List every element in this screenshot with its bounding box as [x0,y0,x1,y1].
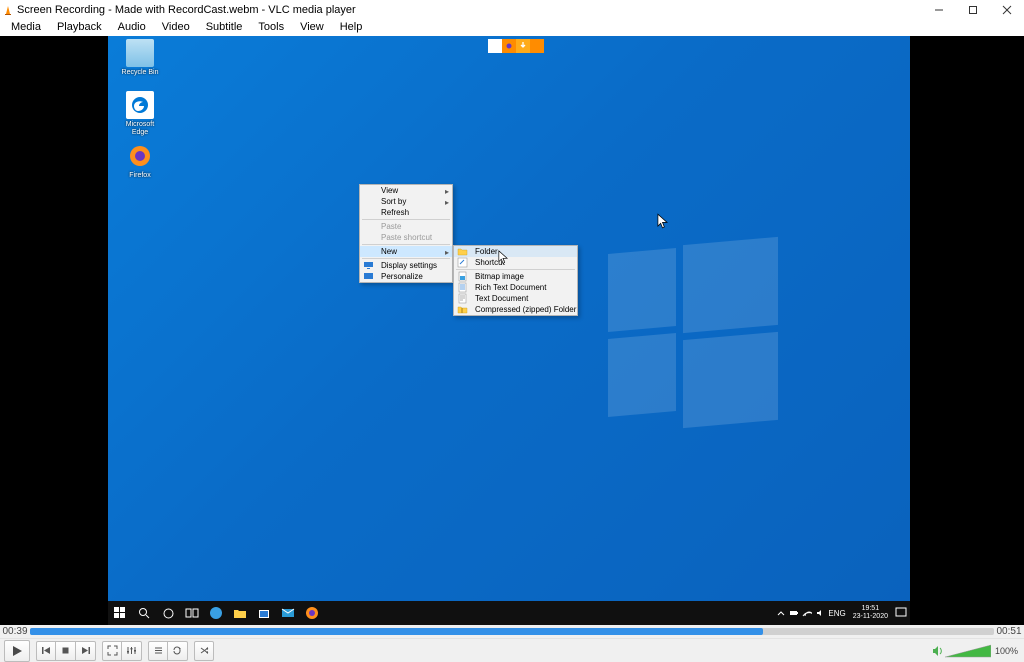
download-icon [516,39,530,53]
taskbar-mail-icon[interactable] [276,601,300,625]
monitor-icon [363,260,374,271]
start-button[interactable] [108,601,132,625]
shortcut-icon [457,257,468,268]
new-text[interactable]: Text Document [454,293,577,304]
menu-view[interactable]: View [292,19,332,36]
browser-toolbar-overlay [488,39,544,53]
windows-taskbar: ENG 19:51 23-11-2020 [108,601,910,625]
cursor-icon [657,213,668,230]
play-icon [11,645,23,657]
new-zip[interactable]: Compressed (zipped) Folder [454,304,577,315]
txt-icon [457,293,468,304]
cortana-icon[interactable] [156,601,180,625]
ctx-personalize[interactable]: Personalize [360,271,452,282]
search-icon[interactable] [132,601,156,625]
new-submenu: Folder Shortcut Bitmap image Rich Text D… [453,245,578,316]
volume-area: 100% [931,643,1018,659]
menu-audio[interactable]: Audio [110,19,154,36]
volume-slider[interactable] [945,643,991,659]
play-button[interactable] [4,640,30,662]
new-shortcut[interactable]: Shortcut [454,257,577,268]
loop-button[interactable] [168,641,188,661]
seekbar-progress [30,628,763,635]
random-group [194,641,214,661]
folder-icon [457,246,468,257]
view-group [102,641,142,661]
system-tray: ENG [776,601,845,625]
wallpaper-windows-logo [608,251,858,451]
menu-video[interactable]: Video [154,19,198,36]
vlc-titlebar: Screen Recording - Made with RecordCast.… [0,0,1024,19]
taskbar-clock[interactable]: 19:51 23-11-2020 [849,605,892,621]
playlist-button[interactable] [148,641,168,661]
extended-settings-button[interactable] [122,641,142,661]
maximize-button[interactable] [956,0,990,19]
taskbar-edge-icon[interactable] [204,601,228,625]
ctx-paste: Paste [360,221,452,232]
taskbar-firefox-icon[interactable] [300,601,324,625]
tray-chevron-up-icon[interactable] [776,608,786,618]
tray-volume-icon[interactable] [815,608,825,618]
recorded-frame-desktop: Recycle Bin Microsoft Edge Firefox View▸… [108,36,910,625]
fullscreen-button[interactable] [102,641,122,661]
new-rtf[interactable]: Rich Text Document [454,282,577,293]
shuffle-button[interactable] [194,641,214,661]
new-bitmap[interactable]: Bitmap image [454,271,577,282]
time-elapsed[interactable]: 00:39 [0,626,30,637]
mute-button[interactable] [931,644,945,658]
tray-network-icon[interactable] [802,608,812,618]
window-title: Screen Recording - Made with RecordCast.… [17,4,356,16]
bmp-icon [457,271,468,282]
time-duration[interactable]: 00:51 [994,626,1024,637]
stop-button[interactable] [56,641,76,661]
video-area[interactable]: Recycle Bin Microsoft Edge Firefox View▸… [0,36,1024,625]
desktop-icon-edge: Microsoft Edge [118,91,162,137]
tray-power-icon[interactable] [789,608,799,618]
vlc-cone-icon [3,5,13,15]
action-center-icon[interactable] [892,601,910,625]
volume-value: 100% [995,646,1018,656]
track-nav-group [36,641,96,661]
desktop-icon-recycle-bin: Recycle Bin [118,39,162,77]
menu-help[interactable]: Help [332,19,371,36]
previous-button[interactable] [36,641,56,661]
paint-icon [363,271,374,282]
playlist-group [148,641,188,661]
seekbar[interactable] [30,628,994,635]
menu-subtitle[interactable]: Subtitle [198,19,251,36]
vlc-menubar: Media Playback Audio Video Subtitle Tool… [0,19,1024,36]
firefox-icon [502,39,516,53]
ctx-sortby[interactable]: Sort by▸ [360,196,452,207]
zip-icon [457,304,468,315]
tray-language[interactable]: ENG [828,609,845,618]
rtf-icon [457,282,468,293]
menu-tools[interactable]: Tools [250,19,292,36]
taskview-icon[interactable] [180,601,204,625]
controls-row: 100% [0,638,1024,662]
ctx-view[interactable]: View▸ [360,185,452,196]
desktop-context-menu: View▸ Sort by▸ Refresh Paste Paste short… [359,184,453,283]
seekbar-row: 00:39 00:51 [0,625,1024,638]
ctx-new[interactable]: New▸ [360,246,452,257]
menu-media[interactable]: Media [3,19,49,36]
ctx-paste-shortcut: Paste shortcut [360,232,452,243]
close-button[interactable] [990,0,1024,19]
desktop-icon-firefox: Firefox [118,142,162,180]
menu-playback[interactable]: Playback [49,19,110,36]
ctx-display-settings[interactable]: Display settings [360,260,452,271]
new-folder[interactable]: Folder [454,246,577,257]
minimize-button[interactable] [922,0,956,19]
ctx-refresh[interactable]: Refresh [360,207,452,218]
taskbar-store-icon[interactable] [252,601,276,625]
taskbar-explorer-icon[interactable] [228,601,252,625]
next-button[interactable] [76,641,96,661]
